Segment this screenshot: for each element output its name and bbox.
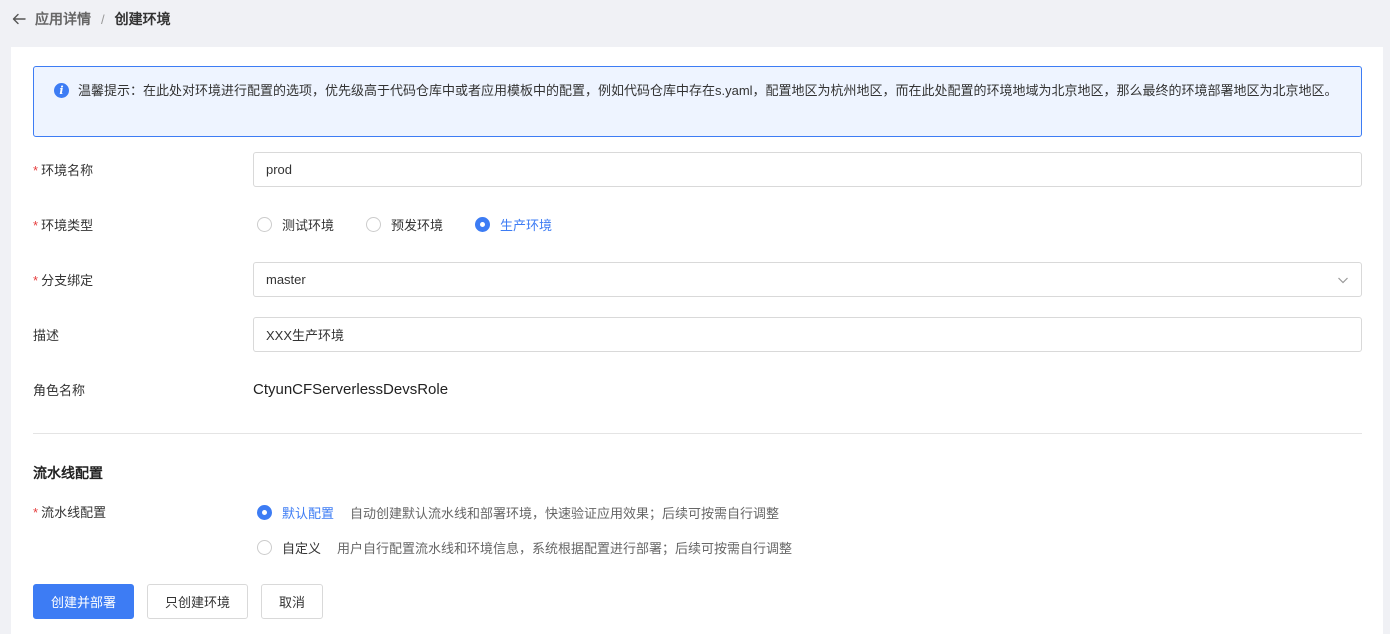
role-label: 角色名称: [33, 383, 86, 398]
breadcrumb-parent[interactable]: 应用详情: [35, 9, 91, 29]
back-arrow-icon[interactable]: [12, 12, 26, 26]
env-name-label: * 环境名称: [33, 163, 94, 178]
required-mark: *: [33, 218, 39, 233]
env-name-value: prod: [266, 162, 293, 177]
page-header: 应用详情 / 创建环境: [0, 0, 1390, 38]
branch-value: master: [266, 272, 306, 287]
pipeline-option-default[interactable]: 默认配置 自动创建默认流水线和部署环境，快速验证应用效果；后续可按需自行调整: [257, 503, 779, 522]
env-type-option-test[interactable]: 测试环境: [257, 215, 334, 234]
pipeline-option-custom[interactable]: 自定义 用户自行配置流水线和环境信息，系统根据配置进行部署；后续可按需自行调整: [257, 538, 792, 557]
cancel-button[interactable]: 取消: [261, 584, 323, 619]
pipeline-label: * 流水线配置: [33, 505, 107, 520]
radio-checked-icon: [257, 505, 272, 520]
required-mark: *: [33, 163, 39, 178]
create-env-only-button[interactable]: 只创建环境: [147, 584, 248, 619]
radio-checked-icon: [475, 217, 491, 232]
env-type-label: * 环境类型: [33, 218, 94, 233]
notice-banner: i 温馨提示：在此处对环境进行配置的选项，优先级高于代码仓库中或者应用模板中的配…: [33, 66, 1362, 137]
radio-icon: [257, 217, 272, 232]
description-value: XXX生产环境: [266, 328, 345, 343]
required-mark: *: [33, 505, 39, 520]
description-label: 描述: [33, 328, 60, 343]
required-mark: *: [33, 273, 39, 288]
role-value: CtyunCFServerlessDevsRole: [253, 381, 449, 398]
env-name-input[interactable]: prod: [253, 152, 1362, 187]
pipeline-option-desc: 自动创建默认流水线和部署环境，快速验证应用效果；后续可按需自行调整: [350, 506, 780, 521]
create-env-form-card: i 温馨提示：在此处对环境进行配置的选项，优先级高于代码仓库中或者应用模板中的配…: [11, 47, 1383, 634]
env-type-option-prod[interactable]: 生产环境: [475, 215, 552, 234]
radio-icon: [257, 540, 272, 555]
create-and-deploy-button[interactable]: 创建并部署: [33, 584, 134, 619]
pipeline-section-title: 流水线配置: [33, 465, 103, 481]
env-type-radio-group: 测试环境 预发环境 生产环境: [257, 215, 584, 234]
description-input[interactable]: XXX生产环境: [253, 317, 1362, 352]
branch-label: * 分支绑定: [33, 273, 94, 288]
env-type-option-staging[interactable]: 预发环境: [366, 215, 443, 234]
branch-select[interactable]: master: [253, 262, 1362, 297]
info-icon: i: [54, 83, 69, 98]
breadcrumb-current: 创建环境: [114, 11, 171, 27]
breadcrumb-separator: /: [101, 11, 105, 27]
radio-icon: [366, 217, 382, 232]
notice-text: 温馨提示：在此处对环境进行配置的选项，优先级高于代码仓库中或者应用模板中的配置，…: [78, 83, 1338, 98]
section-divider: [33, 433, 1362, 434]
chevron-down-icon: [1337, 274, 1349, 286]
pipeline-option-desc: 用户自行配置流水线和环境信息，系统根据配置进行部署；后续可按需自行调整: [337, 541, 793, 556]
